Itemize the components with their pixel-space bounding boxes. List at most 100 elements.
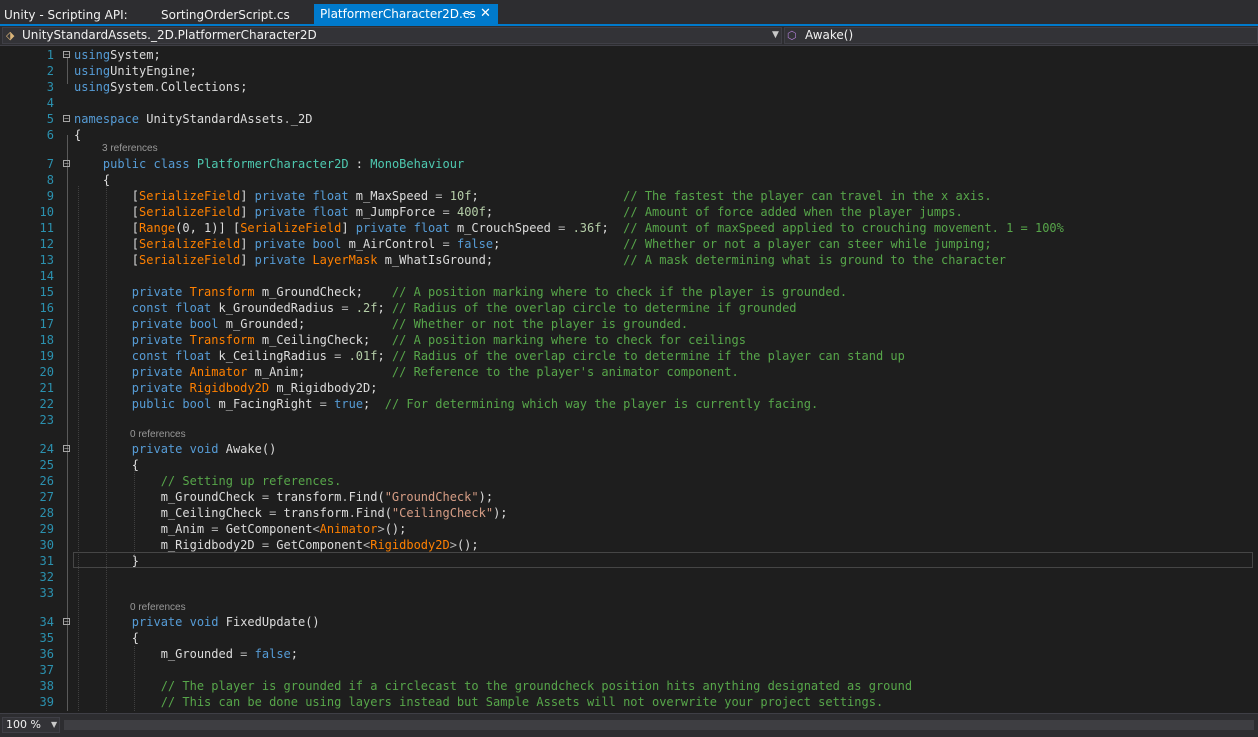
code-token: ; [601, 221, 624, 235]
code-text: [SerializeField] private float m_JumpFor… [74, 204, 963, 220]
code-token: LayerMask [312, 253, 378, 267]
code-token: private [131, 333, 183, 347]
line-number: 3 [46, 80, 54, 94]
tab-unity-scripting-api[interactable]: Unity - Scripting API: [0, 4, 154, 26]
code-token: Animator [319, 522, 378, 536]
collapse-icon[interactable]: − [63, 115, 70, 123]
code-token: ] [240, 205, 255, 219]
code-token: // Whether or not a player can steer whi… [623, 237, 992, 251]
code-token: transform [276, 506, 349, 520]
line-number: 22 [39, 397, 54, 411]
navigation-bar: ⬗ UnityStandardAssets._2D.PlatformerChar… [0, 26, 1258, 46]
tab-sortingorderscript[interactable]: SortingOrderScript.cs [157, 4, 316, 26]
code-line: 17 private bool m_Grounded; // Whether o… [0, 316, 1258, 332]
code-text: { [74, 630, 139, 646]
codelens-references[interactable]: 0 references [130, 602, 186, 614]
collapse-icon[interactable]: − [63, 618, 70, 626]
code-token: public [131, 397, 176, 411]
line-number: 10 [39, 205, 54, 219]
code-text: const float k_GroundedRadius = .2f; // R… [74, 300, 797, 316]
horizontal-scrollbar[interactable] [64, 720, 1254, 730]
class-icon: ⬗ [6, 29, 15, 42]
code-token: m_AirControl [341, 237, 443, 251]
zoom-dropdown[interactable]: 100 % ▼ [2, 717, 60, 733]
line-number: 27 [39, 490, 54, 504]
code-token: m_Anim [74, 522, 212, 536]
code-line: 26 // Setting up references. [0, 473, 1258, 489]
code-line: 16 const float k_GroundedRadius = .2f; /… [0, 300, 1258, 316]
code-editor[interactable]: 3 references 0 references 0 references 1… [0, 46, 1258, 713]
code-token: Range [139, 221, 176, 235]
code-token: // Amount of force added when the player… [623, 205, 963, 219]
code-token: const [131, 301, 168, 315]
code-line: 24 − private void Awake() [0, 441, 1258, 457]
close-icon[interactable]: ✕ [480, 4, 491, 24]
code-line: 10 [SerializeField] private float m_Jump… [0, 204, 1258, 220]
code-line: 32 [0, 569, 1258, 585]
code-text: private Animator m_Anim; // Reference to… [74, 364, 739, 380]
line-number: 21 [39, 381, 54, 395]
code-token: (0, 1)] [ [175, 221, 241, 235]
class-scope-label: UnityStandardAssets._2D.PlatformerCharac… [22, 28, 317, 42]
code-line: 29 m_Anim = GetComponent<Animator>(); [0, 521, 1258, 537]
code-token: // A position marking where to check if … [391, 285, 848, 299]
tab-label: SortingOrderScript.cs [161, 8, 290, 22]
code-token: // Setting up references. [160, 474, 342, 488]
editor-status-bar: 100 % ▼ [0, 713, 1258, 737]
codelens-references[interactable]: 0 references [130, 429, 186, 441]
pin-icon[interactable]: ⊸ [462, 4, 471, 24]
code-token: ] [240, 253, 255, 267]
code-token: using [74, 64, 111, 78]
code-token: m_FacingRight [211, 397, 320, 411]
tab-platformercharacter2d[interactable]: PlatformerCharacter2D.cs ⊸ ✕ [314, 4, 498, 24]
code-token: float [312, 205, 349, 219]
code-line: 23 [0, 412, 1258, 428]
collapse-icon[interactable]: − [63, 445, 70, 453]
chevron-down-icon[interactable]: ▼ [51, 718, 57, 732]
code-text: m_GroundCheck = transform.Find("GroundCh… [74, 489, 493, 505]
code-line: 27 m_GroundCheck = transform.Find("Groun… [0, 489, 1258, 505]
code-token: private [355, 221, 407, 235]
code-token: m_Rigidbody2D [74, 538, 262, 552]
code-token: . [348, 506, 356, 520]
code-line: 25 { [0, 457, 1258, 473]
code-line: 38 // The player is grounded if a circle… [0, 678, 1258, 694]
code-token: . [153, 80, 161, 94]
code-token: MonoBehaviour [370, 157, 465, 171]
code-token: > [377, 522, 385, 536]
class-scope-dropdown[interactable]: ⬗ UnityStandardAssets._2D.PlatformerChar… [2, 27, 782, 44]
code-line: 4 [0, 95, 1258, 111]
code-line: 35 { [0, 630, 1258, 646]
code-token: "CeilingCheck" [391, 506, 494, 520]
collapse-icon[interactable]: − [63, 51, 70, 59]
collapse-icon[interactable]: − [63, 160, 70, 168]
code-token: bool [182, 397, 212, 411]
code-text: [SerializeField] private LayerMask m_Wha… [74, 252, 1006, 268]
line-number: 6 [46, 128, 54, 142]
code-token: ; [493, 237, 624, 251]
code-text: { [74, 172, 110, 188]
line-number: 29 [39, 522, 54, 536]
code-token: ; [471, 189, 624, 203]
code-token: SerializeField [139, 253, 241, 267]
code-token: : [348, 157, 371, 171]
codelens-references[interactable]: 3 references [102, 143, 158, 155]
member-scope-dropdown[interactable]: ⬡ Awake() [784, 27, 1258, 44]
code-token: SerializeField [139, 237, 241, 251]
code-line: 1 − usingSystem; [0, 47, 1258, 63]
chevron-down-icon[interactable]: ▼ [772, 28, 779, 43]
line-number: 25 [39, 458, 54, 472]
code-token: { [74, 458, 140, 472]
code-text: [SerializeField] private float m_MaxSpee… [74, 188, 992, 204]
code-token: m_Rigidbody2D; [269, 381, 378, 395]
code-line: 2 usingUnityEngine; [0, 63, 1258, 79]
code-token: .01f [348, 349, 378, 363]
code-line: 30 m_Rigidbody2D = GetComponent<Rigidbod… [0, 537, 1258, 553]
